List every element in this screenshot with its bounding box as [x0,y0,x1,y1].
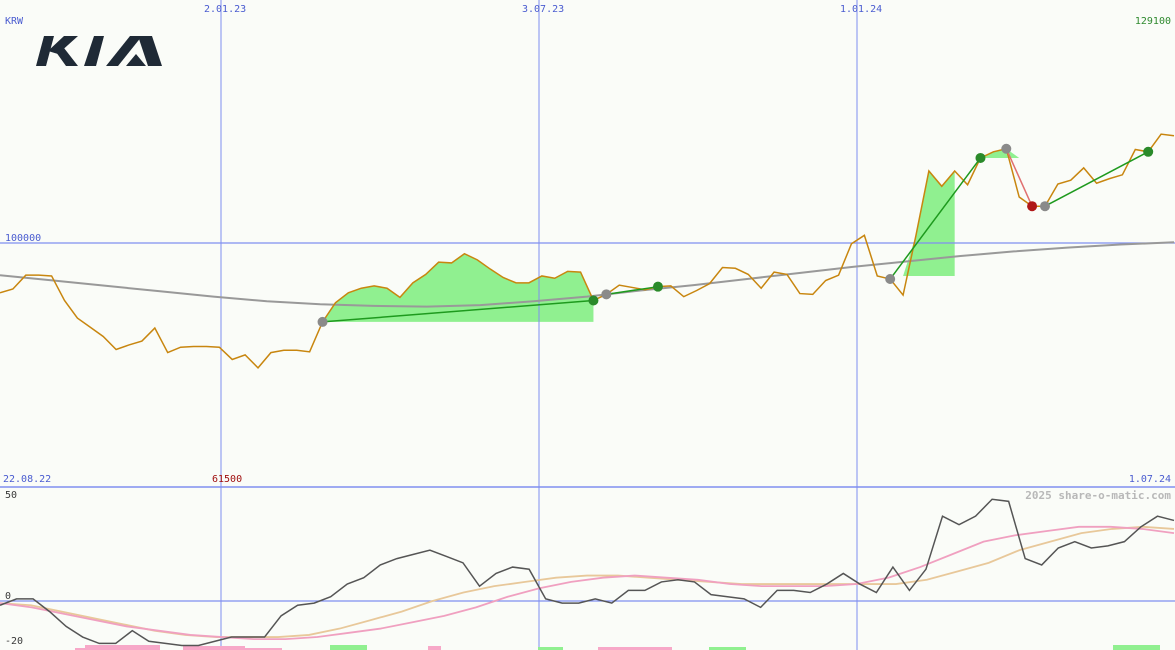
oscillator-slow-line [0,525,1175,638]
y-min-label: 61500 [212,474,243,485]
osc-max-label: 50 [5,490,18,501]
date-end-label: 1.07.24 [1128,474,1171,485]
entry-marker [317,316,328,327]
x-tick-label: 1.01.24 [840,4,883,15]
exit-marker [975,152,986,163]
x-tick-label: 3.07.23 [522,4,565,15]
histogram-bar [183,646,245,650]
currency-label: KRW [5,16,24,27]
histogram-bar [428,646,441,650]
entry-marker [601,289,612,300]
trend-line [1044,151,1149,207]
histogram-bar [330,645,367,650]
exit-marker [1027,201,1038,212]
histogram-bar [1113,645,1160,650]
exit-marker [1143,146,1154,157]
date-start-label: 22.08.22 [3,474,52,485]
histogram-bar [85,645,160,650]
moving-average-line [0,241,1175,308]
stock-chart [0,0,1175,650]
exit-marker [652,281,663,292]
entry-marker [1039,201,1050,212]
exit-marker [588,295,599,306]
osc-zero-label: 0 [5,591,12,602]
y-max-label: 129100 [1134,16,1171,27]
oscillator-line [0,498,1175,647]
kia-logo [36,36,162,66]
osc-min-label: -20 [5,636,24,647]
x-tick-label: 2.01.23 [204,4,247,15]
y-ref-label: 100000 [5,233,42,244]
entry-marker [1001,143,1012,154]
price-line [0,133,1175,370]
entry-marker [885,274,896,285]
watermark: 2025 share-o-matic.com [1025,489,1171,502]
oscillator-fast-line [0,525,1175,641]
